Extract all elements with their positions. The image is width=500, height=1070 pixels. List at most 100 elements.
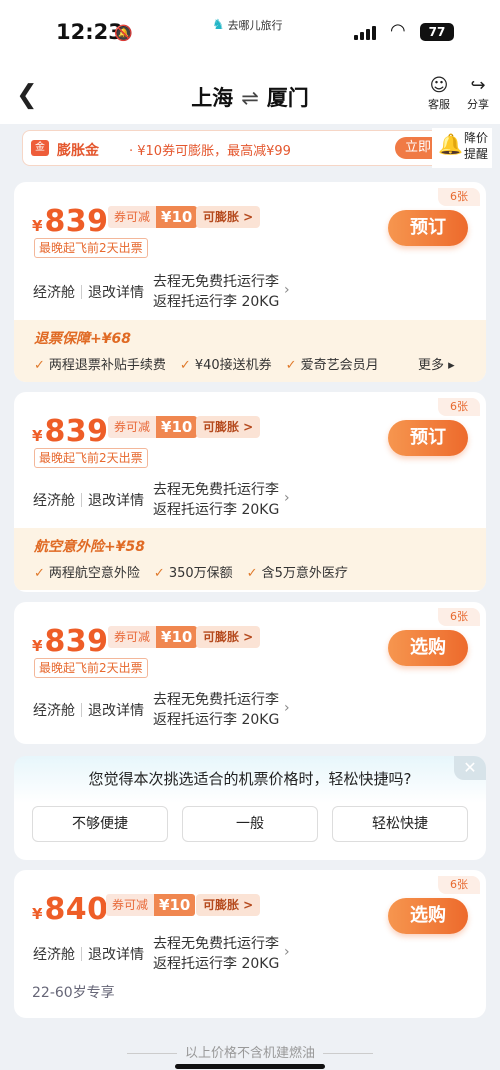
check-icon: ✓ — [179, 358, 191, 373]
home-indicator[interactable] — [175, 1064, 325, 1069]
addon-item: ✓ 两程航空意外险 — [34, 566, 140, 581]
ticketing-deadline-badge: 最晚起飞前2天出票 — [34, 658, 148, 678]
cabin-class: 经济舱 — [33, 703, 75, 719]
return-baggage: 返程托运行李 20KG — [153, 956, 280, 972]
addon-item: ✓ 350万保额 — [153, 566, 233, 581]
addon-item: ✓ 含5万意外医疗 — [246, 566, 348, 581]
fare-card[interactable]: ¥840 券可减 ¥10 可膨胀 > 6张 选购 经济舱 退改详情 去程无免费托运行… — [14, 870, 486, 1018]
select-button[interactable]: 选购 — [388, 630, 468, 666]
cabin-class: 经济舱 — [33, 947, 75, 963]
refund-protection-addon[interactable]: 退票保障+¥68 ✓ 两程退票补贴手续费 ✓ ¥40接送机券 ✓ 爱奇艺会员月 更多 … — [14, 320, 486, 382]
expand-coupon-link[interactable]: 可膨胀 > — [196, 206, 261, 228]
refund-details-link[interactable]: 退改详情 — [88, 490, 144, 510]
seats-left-badge: 6张 — [438, 398, 480, 416]
status-time: 12:23 — [56, 20, 123, 44]
refund-details-link[interactable]: 退改详情 — [88, 700, 144, 720]
addon-title: 航空意外险+¥58 — [34, 539, 145, 555]
chevron-right-icon: › — [284, 282, 290, 298]
baggage-info[interactable]: 去程无免费托运行李 返程托运行李 20KG — [153, 272, 279, 312]
footnote-text: 以上价格不含机建燃油 — [184, 1046, 315, 1061]
return-baggage: 返程托运行李 20KG — [153, 294, 280, 310]
baggage-info[interactable]: 去程无免费托运行李 返程托运行李 20KG — [153, 480, 279, 520]
survey-option-easy[interactable]: 轻松快捷 — [332, 806, 468, 842]
swap-icon[interactable]: ⇌ — [241, 86, 259, 110]
destination-city: 厦门 — [266, 86, 309, 110]
fare-info-row: 经济舱 退改详情 — [33, 490, 144, 510]
addon-item: ✓ ¥40接送机券 — [179, 358, 272, 373]
seats-left-badge: 6张 — [438, 188, 480, 206]
cabin-class: 经济舱 — [33, 285, 75, 301]
outbound-baggage: 去程无免费托运行李 — [153, 482, 279, 498]
customer-service-button[interactable]: ☺ 客服 — [424, 76, 454, 112]
check-icon: ✓ — [34, 566, 45, 581]
seats-left-badge: 6张 — [438, 608, 480, 626]
cellular-signal-icon — [354, 26, 376, 40]
fare-info-row: 经济舱 退改详情 — [33, 282, 144, 302]
expand-coupon-link[interactable]: 可膨胀 > — [196, 894, 261, 916]
addon-item: ✓ 爱奇艺会员月 — [285, 358, 379, 373]
coupon-tag: 券可减 ¥10 — [108, 416, 198, 438]
close-icon[interactable]: ✕ — [454, 756, 486, 780]
price-value: 839 — [44, 204, 109, 239]
mute-bell-icon: 🔕 — [114, 24, 133, 42]
battery-icon: 77 — [420, 23, 454, 41]
survey-option-average[interactable]: 一般 — [182, 806, 318, 842]
outbound-baggage: 去程无免费托运行李 — [153, 692, 279, 708]
fare-price: ¥839 — [32, 624, 109, 659]
cabin-class: 经济舱 — [33, 493, 75, 509]
app-name: 去哪儿旅行 — [227, 19, 283, 32]
camel-logo-icon: ♞ — [212, 17, 225, 33]
refund-details-link[interactable]: 退改详情 — [88, 944, 144, 964]
fare-card[interactable]: ¥839 券可减 ¥10 可膨胀 > 最晚起飞前2天出票 6张 预订 经济舱 退改详… — [14, 182, 486, 382]
expand-coupon-link[interactable]: 可膨胀 > — [196, 416, 261, 438]
coupon-label: 券可减 — [108, 626, 157, 648]
app-indicator: ♞ 去哪儿旅行 — [212, 17, 283, 33]
share-arrow-icon: ↪ — [470, 75, 486, 96]
price-footnote: 以上价格不含机建燃油 — [0, 1042, 500, 1061]
coupon-tag: 券可减 ¥10 — [108, 206, 198, 228]
survey-option-not-convenient[interactable]: 不够便捷 — [32, 806, 168, 842]
fare-card[interactable]: ¥839 券可减 ¥10 可膨胀 > 最晚起飞前2天出票 6张 预订 经济舱 退改详… — [14, 392, 486, 592]
check-icon: ✓ — [34, 358, 45, 373]
addon-title: 退票保障+¥68 — [34, 331, 131, 347]
coupon-tag: 券可减 ¥10 — [108, 626, 198, 648]
promo-text: · ¥10券可膨胀，最高减¥99 — [129, 144, 291, 159]
book-button[interactable]: 预订 — [388, 210, 468, 246]
coupon-value: ¥10 — [154, 894, 196, 916]
baggage-info[interactable]: 去程无免费托运行李 返程托运行李 20KG — [153, 934, 279, 974]
share-label: 分享 — [467, 98, 489, 111]
select-button[interactable]: 选购 — [388, 898, 468, 934]
addon-item: ✓ 两程退票补贴手续费 — [34, 358, 166, 373]
survey-question: 您觉得本次挑选适合的机票价格时，轻松快捷吗? — [88, 770, 412, 788]
coupon-label: 券可减 — [108, 416, 157, 438]
ticketing-deadline-badge: 最晚起飞前2天出票 — [34, 238, 148, 258]
promo-title: 膨胀金 — [57, 143, 99, 159]
baggage-info[interactable]: 去程无免费托运行李 返程托运行李 20KG — [153, 690, 279, 730]
outbound-baggage: 去程无免费托运行李 — [153, 936, 279, 952]
bell-icon: 🔔 — [438, 132, 463, 156]
expand-coupon-link[interactable]: 可膨胀 > — [196, 626, 261, 648]
return-baggage: 返程托运行李 20KG — [153, 502, 280, 518]
fare-card[interactable]: ¥839 券可减 ¥10 可膨胀 > 最晚起飞前2天出票 6张 选购 经济舱 退改详… — [14, 602, 486, 744]
origin-city: 上海 — [191, 86, 234, 110]
coupon-value: ¥10 — [156, 206, 198, 228]
chevron-right-icon: › — [284, 944, 290, 960]
expansion-coupon-banner[interactable]: 金 膨胀金 · ¥10券可膨胀，最高减¥99 立即 — [22, 130, 482, 166]
check-icon: ✓ — [153, 566, 165, 581]
age-restriction-tag: 22-60岁专享 — [32, 985, 115, 1001]
return-baggage: 返程托运行李 20KG — [153, 712, 280, 728]
ticketing-deadline-badge: 最晚起飞前2天出票 — [34, 448, 148, 468]
coupon-label: 券可减 — [108, 206, 157, 228]
fare-price: ¥839 — [32, 204, 109, 239]
book-button[interactable]: 预订 — [388, 420, 468, 456]
currency-symbol: ¥ — [32, 637, 43, 655]
refund-details-link[interactable]: 退改详情 — [88, 282, 144, 302]
price-alert-button[interactable]: 🔔 降价提醒 — [432, 128, 492, 168]
nav-bar: ❮ 上海 ⇌ 厦门 ☺ 客服 ↪ 分享 — [0, 66, 500, 124]
check-icon: ✓ — [246, 566, 258, 581]
flight-insurance-addon[interactable]: 航空意外险+¥58 ✓ 两程航空意外险 ✓ 350万保额 ✓ 含5万意外医疗 — [14, 528, 486, 590]
fare-price: ¥840 — [32, 892, 109, 927]
share-button[interactable]: ↪ 分享 — [463, 76, 493, 112]
addon-more-link[interactable]: 更多 ▸ — [418, 354, 455, 373]
price-value: 840 — [44, 892, 109, 927]
